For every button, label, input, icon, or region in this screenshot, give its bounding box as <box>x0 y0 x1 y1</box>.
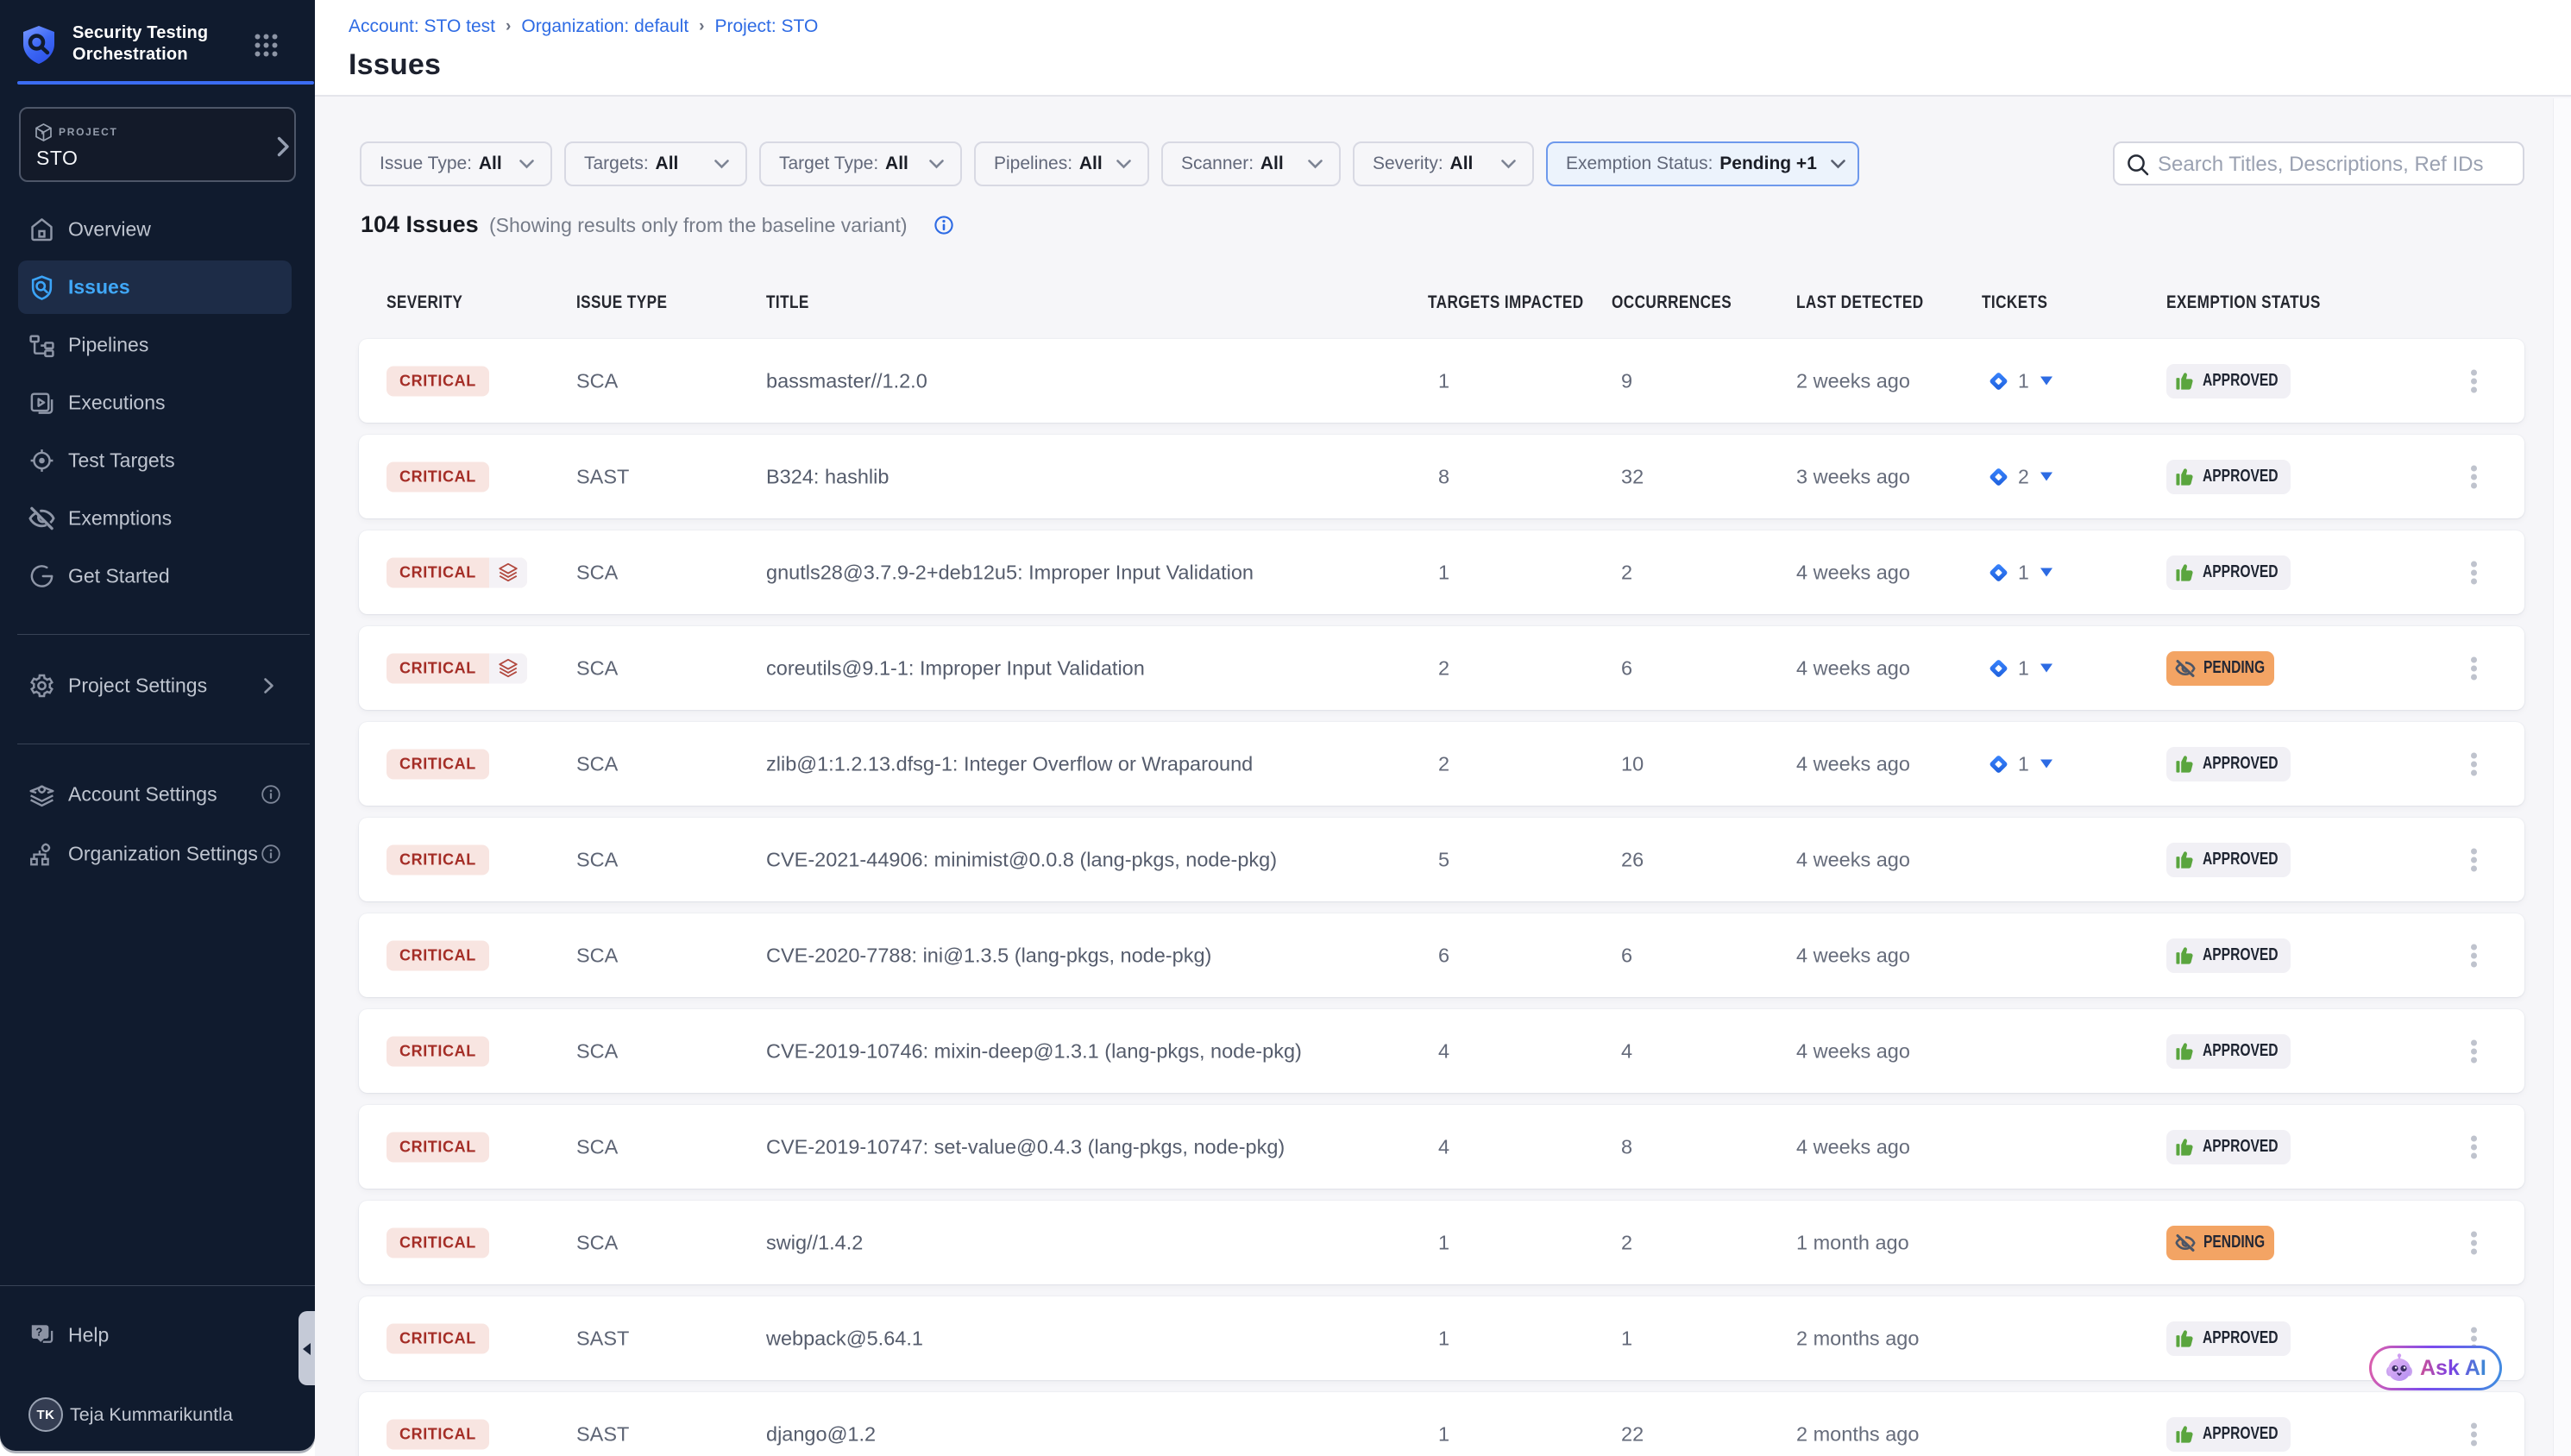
svg-text:?: ? <box>35 1326 42 1339</box>
